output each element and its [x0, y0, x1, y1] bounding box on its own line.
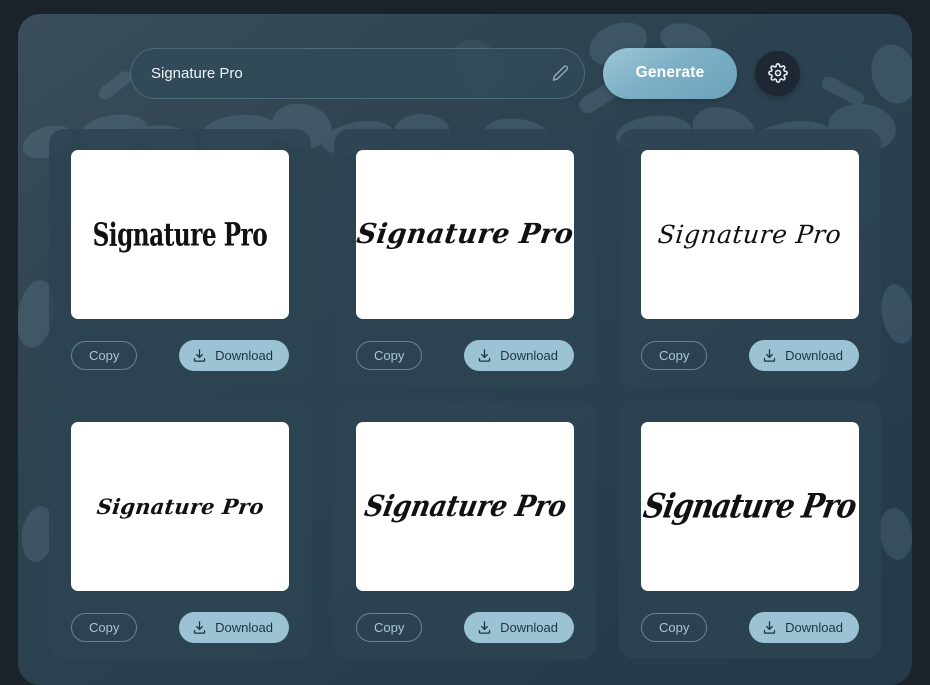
card-actions: Copy Download — [641, 340, 859, 371]
copy-button[interactable]: Copy — [641, 341, 708, 370]
signature-preview: Signature Pro — [641, 150, 859, 319]
signature-preview-text: Signature Pro — [361, 489, 569, 524]
download-button-label: Download — [215, 348, 273, 363]
copy-button[interactable]: Copy — [71, 341, 138, 370]
header-toolbar: Generate — [18, 14, 912, 132]
signature-preview: Signature Pro — [71, 422, 289, 591]
copy-button[interactable]: Copy — [356, 341, 423, 370]
signature-preview-text: Signature Pro — [92, 215, 268, 254]
card-actions: Copy Download — [641, 612, 859, 643]
download-button-label: Download — [500, 620, 558, 635]
gear-icon — [767, 63, 788, 83]
app-root: Generate Signature ProCopyDownloadSignat… — [0, 0, 930, 685]
download-icon — [192, 620, 207, 635]
signature-preview: Signature Pro — [356, 422, 574, 591]
download-button-label: Download — [785, 620, 843, 635]
card-actions: Copy Download — [71, 340, 289, 371]
signature-card: Signature Pro Copy Download — [334, 401, 596, 659]
signature-preview-text: Signature Pro — [656, 220, 844, 249]
generate-button[interactable]: Generate — [603, 47, 737, 99]
download-button[interactable]: Download — [749, 612, 859, 643]
signature-preview-text: Signature Pro — [95, 494, 265, 519]
signature-card: Signature Pro Copy Download — [619, 401, 881, 659]
name-input-wrapper — [130, 47, 585, 99]
download-button-label: Download — [500, 348, 558, 363]
copy-button[interactable]: Copy — [71, 613, 138, 642]
signature-name-input[interactable] — [130, 47, 585, 99]
download-button[interactable]: Download — [749, 340, 859, 371]
signature-preview: Signature Pro — [71, 150, 289, 319]
card-actions: Copy Download — [71, 612, 289, 643]
download-button[interactable]: Download — [179, 340, 289, 371]
settings-button[interactable] — [755, 50, 800, 96]
main-panel: Generate Signature ProCopyDownloadSignat… — [18, 14, 912, 685]
download-button[interactable]: Download — [464, 340, 574, 371]
download-button[interactable]: Download — [179, 612, 289, 643]
signature-preview: Signature Pro — [356, 150, 574, 319]
signature-card: Signature Pro Copy Download — [49, 401, 311, 659]
download-icon — [762, 620, 777, 635]
signature-card: Signature Pro Copy Download — [49, 129, 311, 387]
card-actions: Copy Download — [356, 340, 574, 371]
pencil-icon[interactable] — [552, 65, 569, 82]
card-actions: Copy Download — [356, 612, 574, 643]
download-icon — [477, 620, 492, 635]
copy-button[interactable]: Copy — [356, 613, 423, 642]
signature-results-grid: Signature Pro Copy Download Signature Pro Co… — [49, 129, 889, 659]
download-icon — [762, 348, 777, 363]
signature-preview-text: Signature Pro — [641, 486, 859, 526]
signature-card: Signature Pro Copy Download — [334, 129, 596, 387]
download-button-label: Download — [215, 620, 273, 635]
download-button[interactable]: Download — [464, 612, 574, 643]
signature-card: Signature Pro Copy Download — [619, 129, 881, 387]
download-button-label: Download — [785, 348, 843, 363]
copy-button[interactable]: Copy — [641, 613, 708, 642]
signature-preview-text: Signature Pro — [356, 218, 574, 251]
signature-preview: Signature Pro — [641, 422, 859, 591]
download-icon — [477, 348, 492, 363]
download-icon — [192, 348, 207, 363]
